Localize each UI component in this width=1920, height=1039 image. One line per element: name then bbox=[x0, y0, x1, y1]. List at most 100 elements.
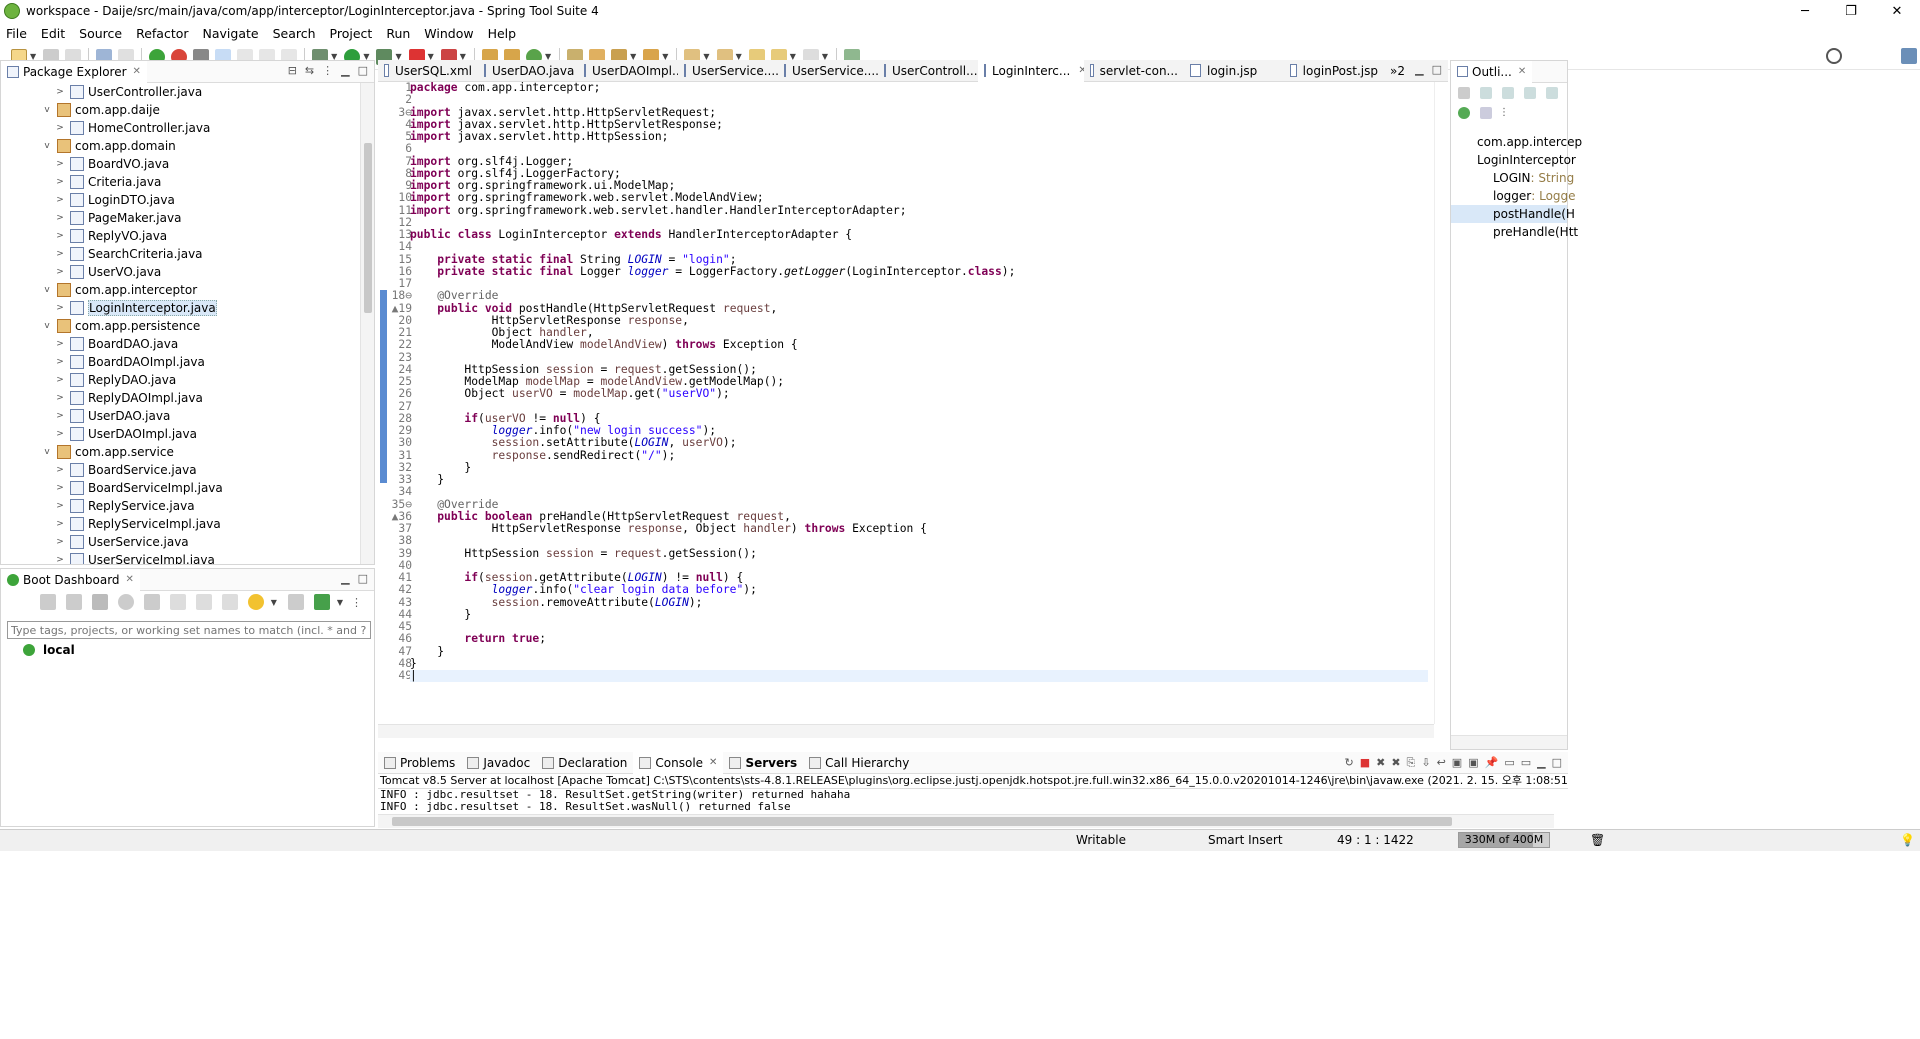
editor-tab[interactable]: UserService.... bbox=[678, 60, 778, 82]
editor-tab[interactable]: UserService.... bbox=[778, 60, 878, 82]
tree-item[interactable]: v com.app.domain bbox=[1, 137, 360, 155]
console-view[interactable]: Tomcat v8.5 Server at localhost [Apache … bbox=[378, 774, 1568, 828]
close-button[interactable]: ✕ bbox=[1874, 0, 1920, 22]
editor-tab[interactable]: login.jsp bbox=[1184, 60, 1284, 82]
restart-icon[interactable]: ↻ bbox=[1344, 756, 1353, 770]
chevron-down-icon[interactable]: ▼ bbox=[337, 598, 343, 607]
outline-item[interactable]: preHandle(Htt bbox=[1451, 223, 1578, 241]
chevron-right-icon[interactable]: > bbox=[54, 195, 66, 205]
menu-navigate[interactable]: Navigate bbox=[203, 26, 259, 41]
chevron-right-icon[interactable]: > bbox=[54, 159, 66, 169]
tree-item[interactable]: > UserVO.java bbox=[1, 263, 360, 281]
tree-item[interactable]: v com.app.persistence bbox=[1, 317, 360, 335]
open-console-icon[interactable] bbox=[143, 594, 160, 610]
bottom-tab[interactable]: Problems bbox=[378, 752, 461, 774]
pin-console-icon[interactable]: 📌 bbox=[1485, 756, 1499, 770]
tree-item[interactable]: > Criteria.java bbox=[1, 173, 360, 191]
close-icon[interactable]: ✕ bbox=[1518, 66, 1526, 77]
menu-help[interactable]: Help bbox=[488, 26, 517, 41]
focus-icon[interactable] bbox=[1480, 107, 1492, 119]
outline-item[interactable]: logger : Logge bbox=[1451, 187, 1576, 205]
lightbulb-icon[interactable]: 💡 bbox=[1900, 833, 1915, 847]
tree-item[interactable]: > HomeController.java bbox=[1, 119, 360, 137]
maximize-icon[interactable]: □ bbox=[1552, 756, 1562, 770]
chevron-right-icon[interactable]: > bbox=[54, 357, 66, 367]
chevron-right-icon[interactable]: > bbox=[54, 231, 66, 241]
chevron-down-icon[interactable]: v bbox=[41, 141, 53, 151]
garbage-collect-icon[interactable]: 🗑 bbox=[1590, 833, 1605, 847]
horizontal-scrollbar[interactable] bbox=[1451, 735, 1567, 749]
show-on-error-icon[interactable]: ▣ bbox=[1468, 756, 1478, 770]
hide-local-types-icon[interactable] bbox=[1546, 87, 1558, 99]
chevron-right-icon[interactable]: > bbox=[54, 537, 66, 547]
minimize-icon[interactable]: ▁ bbox=[1537, 756, 1545, 770]
add-icon[interactable] bbox=[313, 594, 330, 610]
minimize-icon[interactable]: ▁ bbox=[1415, 63, 1423, 76]
tree-item[interactable]: > ReplyDAO.java bbox=[1, 371, 360, 389]
menu-search[interactable]: Search bbox=[273, 26, 316, 41]
menu-run[interactable]: Run bbox=[386, 26, 410, 41]
chevron-right-icon[interactable]: > bbox=[54, 267, 66, 277]
lightbulb-icon[interactable] bbox=[247, 594, 264, 610]
filter-icon[interactable] bbox=[287, 594, 304, 610]
word-wrap-icon[interactable]: ↩ bbox=[1437, 756, 1446, 770]
tree-item[interactable]: > ReplyService.java bbox=[1, 497, 360, 515]
tree-item[interactable]: > SearchCriteria.java bbox=[1, 245, 360, 263]
minimize-icon[interactable]: ▁ bbox=[341, 572, 349, 585]
debug-icon[interactable] bbox=[65, 594, 82, 610]
chevron-down-icon[interactable]: ▼ bbox=[271, 598, 277, 607]
tree-item[interactable]: > ReplyVO.java bbox=[1, 227, 360, 245]
menu-window[interactable]: Window bbox=[424, 26, 473, 41]
code-text[interactable]: package com.app.interceptor; import java… bbox=[410, 81, 1428, 683]
boot-filter-input[interactable] bbox=[7, 621, 371, 639]
tree-item[interactable]: > UserDAO.java bbox=[1, 407, 360, 425]
tab-overflow-button[interactable]: »2 bbox=[1384, 60, 1411, 82]
horizontal-scrollbar[interactable] bbox=[378, 814, 1554, 828]
editor-tab[interactable]: UserControll... bbox=[878, 60, 978, 82]
chevron-right-icon[interactable]: > bbox=[54, 375, 66, 385]
bottom-tab[interactable]: Call Hierarchy bbox=[803, 752, 915, 774]
hide-fields-icon[interactable] bbox=[1480, 87, 1492, 99]
stop-icon[interactable] bbox=[91, 594, 108, 610]
menu-edit[interactable]: Edit bbox=[41, 26, 65, 41]
remove-all-icon[interactable]: ✖ bbox=[1391, 756, 1400, 770]
tree-item[interactable]: > LoginInterceptor.java bbox=[1, 299, 360, 317]
minimize-button[interactable]: ─ bbox=[1782, 0, 1828, 22]
start-icon[interactable] bbox=[39, 594, 56, 610]
display-console-icon[interactable]: ▭ bbox=[1504, 756, 1514, 770]
chevron-right-icon[interactable]: > bbox=[54, 393, 66, 403]
show-on-output-icon[interactable]: ▣ bbox=[1452, 756, 1462, 770]
chevron-right-icon[interactable]: > bbox=[54, 303, 66, 313]
copy-icon[interactable]: ⎘ bbox=[1407, 756, 1416, 770]
editor-tab[interactable]: UserDAO.java bbox=[478, 60, 578, 82]
vertical-scrollbar[interactable] bbox=[1434, 82, 1448, 724]
menu-source[interactable]: Source bbox=[79, 26, 122, 41]
open-browser-icon[interactable] bbox=[117, 594, 134, 610]
tree-item[interactable]: > BoardService.java bbox=[1, 461, 360, 479]
bottom-tab[interactable]: Javadoc bbox=[461, 752, 536, 774]
chevron-down-icon[interactable]: v bbox=[41, 447, 53, 457]
view-menu-icon[interactable]: ⋮ bbox=[322, 64, 333, 77]
bottom-tab[interactable]: Console ✕ bbox=[633, 751, 724, 774]
properties-icon[interactable] bbox=[221, 594, 238, 610]
tree-item[interactable]: > BoardDAO.java bbox=[1, 335, 360, 353]
chevron-right-icon[interactable]: > bbox=[54, 555, 66, 564]
insert-mode-status[interactable]: Smart Insert bbox=[1208, 833, 1283, 847]
close-icon[interactable]: ✕ bbox=[709, 757, 717, 768]
code-editor[interactable]: 1 2 3⊖ 4 5 6 7 8 9 10 11 12 13 14 15 16 17 18⊖ ▲19 20 21 22 23… bbox=[378, 81, 1448, 738]
open-console-icon[interactable]: ▭ bbox=[1521, 756, 1531, 770]
search-icon[interactable] bbox=[1826, 48, 1842, 64]
maximize-button[interactable]: ❐ bbox=[1828, 0, 1874, 22]
chevron-right-icon[interactable]: > bbox=[54, 411, 66, 421]
close-icon[interactable]: ✕ bbox=[126, 574, 134, 585]
bottom-tab[interactable]: Servers bbox=[723, 752, 803, 774]
chevron-right-icon[interactable]: > bbox=[54, 87, 66, 97]
outline-item[interactable]: com.app.intercep bbox=[1451, 133, 1582, 151]
close-icon[interactable]: ✕ bbox=[133, 66, 141, 77]
list-item[interactable]: local bbox=[23, 643, 75, 657]
tree-item[interactable]: > UserController.java bbox=[1, 83, 360, 101]
tree-item[interactable]: > ReplyServiceImpl.java bbox=[1, 515, 360, 533]
chevron-down-icon[interactable]: v bbox=[41, 321, 53, 331]
chevron-right-icon[interactable]: > bbox=[54, 501, 66, 511]
menu-project[interactable]: Project bbox=[330, 26, 373, 41]
